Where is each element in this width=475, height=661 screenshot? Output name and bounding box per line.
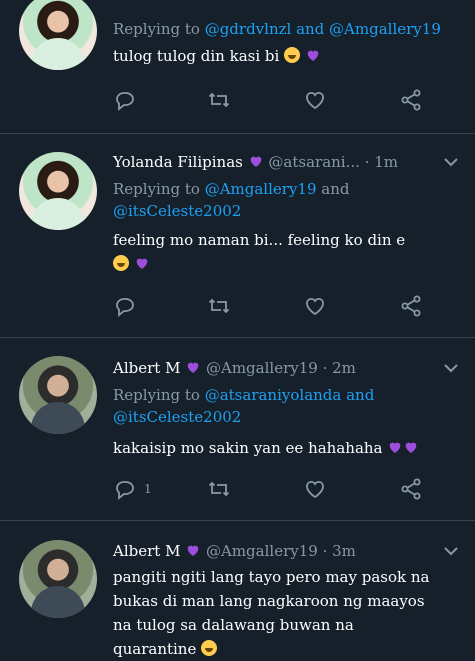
tweet-actions xyxy=(113,294,428,322)
tweet-actions xyxy=(113,88,428,116)
reply-icon xyxy=(116,481,134,500)
tweet[interactable]: Replying to @gdrdvlnzl and @Amgallery19 … xyxy=(0,0,475,132)
tweet-text: feeling mo naman bi... feeling ko din e xyxy=(113,228,463,276)
display-name[interactable]: Albert M xyxy=(113,542,180,560)
retweet-icon xyxy=(208,481,230,497)
timestamp[interactable]: · 3m xyxy=(323,542,356,560)
tweet-header: Albert M @Amgallery19 · 2m xyxy=(113,356,463,380)
share-button[interactable] xyxy=(399,477,427,505)
retweet-button[interactable] xyxy=(207,477,235,505)
reply-mention-link[interactable]: @itsCeleste2002 xyxy=(113,202,241,220)
replying-to: Replying to @Amgallery19 and @itsCeleste… xyxy=(113,180,350,220)
like-icon xyxy=(306,91,324,110)
reply-icon xyxy=(116,92,134,111)
replying-to: Replying to @gdrdvlnzl and @Amgallery19 xyxy=(113,20,441,38)
like-button[interactable] xyxy=(303,294,331,322)
like-button[interactable] xyxy=(303,477,331,505)
like-icon xyxy=(306,297,324,316)
laughing-emoji xyxy=(284,47,301,63)
timestamp[interactable]: · 1m xyxy=(365,153,398,171)
user-handle[interactable]: @Amgallery19 xyxy=(206,542,318,560)
reply-icon xyxy=(116,298,134,317)
tweet[interactable]: Albert M @Amgallery19 · 3m pangiti ngiti… xyxy=(0,520,475,658)
avatar[interactable] xyxy=(19,0,97,70)
tweet[interactable]: Yolanda Filipinas @atsarani... · 1m Repl… xyxy=(0,133,475,337)
user-handle[interactable]: @atsarani... xyxy=(268,153,360,171)
purple-heart-emoji xyxy=(405,442,417,453)
retweet-icon xyxy=(208,298,230,314)
share-icon xyxy=(401,295,421,317)
purple-heart-emoji xyxy=(307,50,319,61)
share-button[interactable] xyxy=(399,294,427,322)
avatar[interactable] xyxy=(19,152,97,230)
reply-button[interactable] xyxy=(113,88,141,116)
laughing-emoji xyxy=(113,255,129,271)
retweet-button[interactable] xyxy=(207,88,235,116)
chevron-down-icon[interactable] xyxy=(439,539,463,563)
display-name[interactable]: Yolanda Filipinas xyxy=(113,153,243,171)
chevron-down-icon[interactable] xyxy=(439,356,463,380)
reply-mention-link[interactable]: @atsaraniyolanda and xyxy=(205,386,375,404)
share-icon xyxy=(401,89,421,111)
laughing-emoji xyxy=(201,640,218,656)
retweet-button[interactable] xyxy=(207,294,235,322)
timestamp[interactable]: · 2m xyxy=(323,359,356,377)
reply-mention-link[interactable]: @itsCeleste2002 xyxy=(113,408,241,426)
retweet-icon xyxy=(208,92,230,108)
tweet-text: pangiti ngiti lang tayo pero may pasok n… xyxy=(113,568,430,658)
reply-button[interactable] xyxy=(113,294,141,322)
share-icon xyxy=(401,478,421,500)
tweet-text: kakaisip mo sakin yan ee hahahaha xyxy=(113,436,463,460)
avatar[interactable] xyxy=(19,540,97,618)
purple-heart-emoji xyxy=(187,362,199,373)
reply-button[interactable]: 1 xyxy=(113,477,152,505)
chevron-down-icon[interactable] xyxy=(439,150,463,174)
like-button[interactable] xyxy=(303,88,331,116)
purple-heart-emoji xyxy=(187,545,199,556)
share-button[interactable] xyxy=(399,88,427,116)
display-name[interactable]: Albert M xyxy=(113,359,180,377)
reply-count: 1 xyxy=(144,482,152,496)
purple-heart-emoji xyxy=(389,442,401,453)
like-icon xyxy=(306,480,324,499)
tweet-text: tulog tulog din kasi bi xyxy=(113,44,463,68)
reply-mention-link[interactable]: @Amgallery19 xyxy=(205,180,317,198)
purple-heart-emoji xyxy=(136,258,148,269)
tweet[interactable]: Albert M @Amgallery19 · 2m Replying to @… xyxy=(0,337,475,521)
tweet-header: Yolanda Filipinas @atsarani... · 1m xyxy=(113,150,463,174)
tweet-actions: 1 xyxy=(113,477,428,505)
avatar[interactable] xyxy=(19,356,97,434)
reply-mention-link[interactable]: @gdrdvlnzl and @Amgallery19 xyxy=(205,20,441,38)
tweet-header: Albert M @Amgallery19 · 3m xyxy=(113,539,463,563)
replying-to: Replying to @atsaraniyolanda and @itsCel… xyxy=(113,386,375,426)
user-handle[interactable]: @Amgallery19 xyxy=(206,359,318,377)
purple-heart-emoji xyxy=(250,156,261,167)
